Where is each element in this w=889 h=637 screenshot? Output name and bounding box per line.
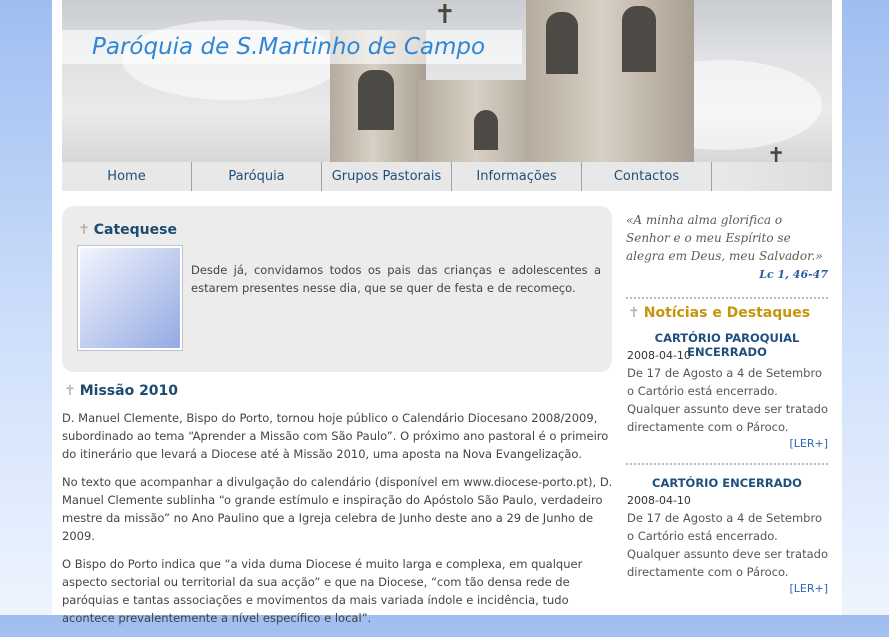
article-paragraph: O Bispo do Porto indica que “a vida duma… <box>62 557 583 625</box>
page-container: ✝ ✝ Paróquia de S.Martinho de Campo Home… <box>52 0 842 625</box>
news-item-body: De 17 de Agosto a 4 de Setembro o Cartór… <box>627 511 828 579</box>
main-nav: Home Paróquia Grupos Pastorais Informaçõ… <box>62 162 832 191</box>
sidebar-quote: «A minha alma glorifica o Senhor e o meu… <box>626 213 823 263</box>
catequese-title: Catequese <box>93 222 177 238</box>
bell-arch <box>622 6 656 72</box>
catequese-heading: ✝ Catequese <box>78 222 177 238</box>
news-read-more-link[interactable]: [LER+] <box>626 582 828 595</box>
cross-icon: ✝ <box>767 144 786 163</box>
news-item-date: 2008-04-10 <box>627 349 691 362</box>
news-item-body: De 17 de Agosto a 4 de Setembro o Cartór… <box>627 366 828 434</box>
facade-window <box>474 110 498 150</box>
news-read-more-link[interactable]: [LER+] <box>626 437 828 450</box>
header-banner: ✝ ✝ Paróquia de S.Martinho de Campo <box>62 0 832 162</box>
missao-article: D. Manuel Clemente, Bispo do Porto, torn… <box>62 409 614 637</box>
catequese-thumbnail[interactable] <box>77 245 183 351</box>
article-paragraph: D. Manuel Clemente, Bispo do Porto, torn… <box>62 411 609 461</box>
news-item-title[interactable]: CARTÓRIO ENCERRADO <box>626 476 828 490</box>
nav-item-paroquia[interactable]: Paróquia <box>192 162 322 191</box>
bell-arch <box>358 70 394 130</box>
quote-reference: Lc 1, 46-47 <box>759 268 828 281</box>
missao-heading: ✝ Missão 2010 <box>64 383 178 399</box>
nav-item-contactos[interactable]: Contactos <box>582 162 712 191</box>
cross-icon: ✝ <box>628 305 640 321</box>
nav-item-home[interactable]: Home <box>62 162 192 191</box>
news-heading: ✝ Notícias e Destaques <box>628 305 810 321</box>
cross-icon: ✝ <box>434 0 456 30</box>
news-item-date: 2008-04-10 <box>627 494 691 507</box>
catequese-box: ✝ Catequese Desde já, convidamos todos os… <box>62 206 612 372</box>
news-heading-label: Notícias e Destaques <box>643 305 811 321</box>
bell-arch <box>546 12 578 74</box>
nav-filler <box>712 162 832 191</box>
article-paragraph: No texto que acompanhar a divulgação do … <box>62 475 613 543</box>
nav-item-informacoes[interactable]: Informações <box>452 162 582 191</box>
site-title[interactable]: Paróquia de S.Martinho de Campo <box>62 30 522 64</box>
cross-icon: ✝ <box>78 222 90 238</box>
missao-title: Missão 2010 <box>79 383 179 399</box>
sidebar-divider <box>626 297 828 299</box>
cross-icon: ✝ <box>64 383 76 399</box>
sidebar-divider <box>626 463 828 465</box>
catequese-text: Desde já, convidamos todos os pais das c… <box>191 263 601 295</box>
nav-item-grupos-pastorais[interactable]: Grupos Pastorais <box>322 162 452 191</box>
